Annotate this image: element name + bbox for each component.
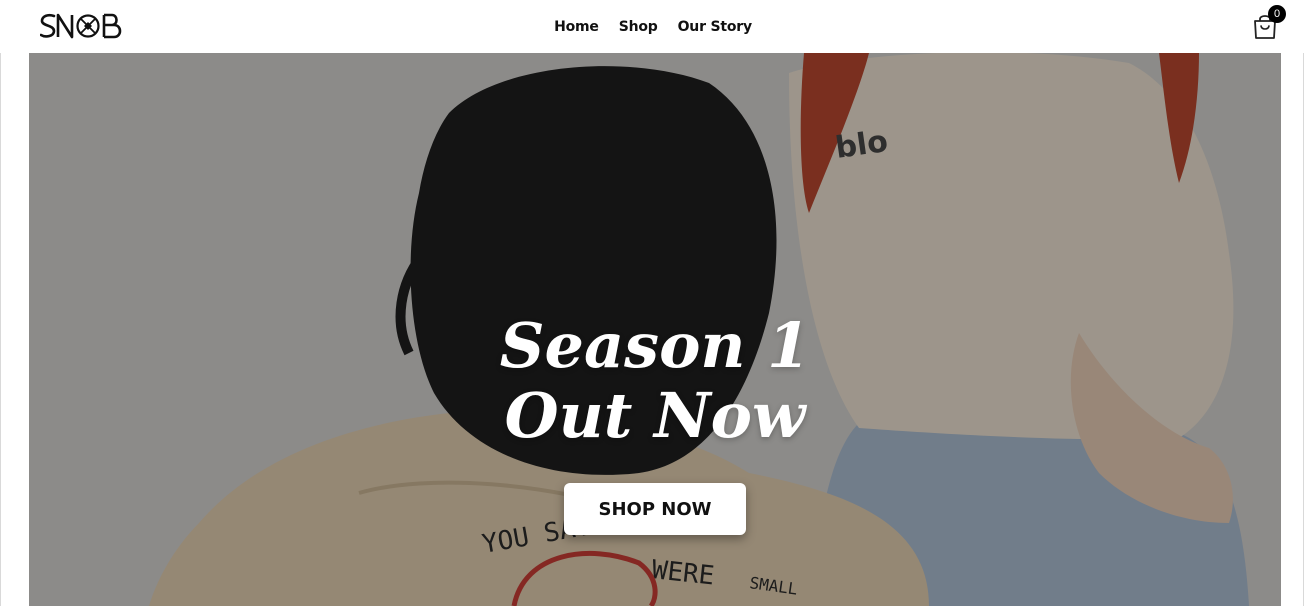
brand-logo[interactable] bbox=[40, 10, 128, 42]
hero-title: Season 1 Out Now bbox=[29, 311, 1281, 451]
hero-banner: blo YOU SAY WERE SMALL Season 1 Out Now … bbox=[29, 53, 1281, 606]
hero-title-line-2: Out Now bbox=[504, 379, 806, 452]
shop-now-button[interactable]: SHOP NOW bbox=[564, 483, 746, 535]
cart-count-badge: 0 bbox=[1268, 5, 1286, 23]
snob-logo-mark bbox=[40, 13, 122, 39]
hero-title-line-1: Season 1 bbox=[499, 309, 811, 382]
nav-link-home[interactable]: Home bbox=[554, 19, 599, 35]
nav-link-our-story[interactable]: Our Story bbox=[678, 19, 752, 35]
main-navigation: Home Shop Our Story bbox=[0, 0, 1306, 53]
nav-link-shop[interactable]: Shop bbox=[619, 19, 658, 35]
top-navbar: Home Shop Our Story 0 bbox=[0, 0, 1306, 53]
